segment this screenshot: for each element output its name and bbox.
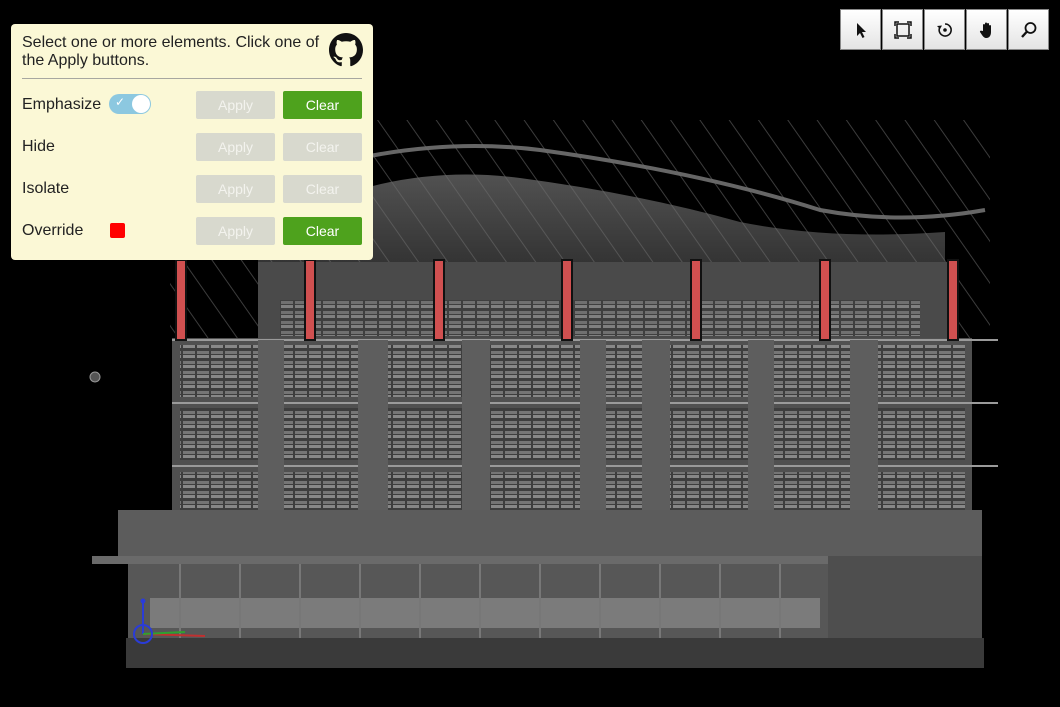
row-override: Override Apply Clear	[22, 217, 362, 245]
select-tool-button[interactable]	[840, 9, 881, 50]
emphasized-column[interactable]	[304, 259, 316, 341]
window-rows	[180, 345, 965, 512]
toggle-knob	[132, 95, 150, 113]
pan-hand-icon	[979, 22, 991, 38]
override-apply-button[interactable]: Apply	[196, 217, 275, 245]
canopy-edge	[92, 556, 828, 564]
view-toolbar	[840, 9, 1050, 51]
instructions-text: Select one or more elements. Click one o…	[22, 34, 320, 69]
emphasized-column[interactable]	[433, 259, 445, 341]
override-label: Override	[22, 222, 84, 239]
rotate-tool-button[interactable]	[924, 9, 965, 50]
fit-view-icon	[893, 20, 912, 39]
pivot-marker[interactable]	[89, 371, 101, 383]
hide-label: Hide	[22, 138, 55, 155]
row-emphasize: Emphasize ✓ Apply Clear	[22, 91, 362, 119]
check-icon: ✓	[115, 95, 126, 109]
base-slab	[126, 638, 984, 668]
emphasized-column[interactable]	[947, 259, 959, 341]
override-color-swatch[interactable]	[110, 223, 125, 238]
pan-tool-button[interactable]	[966, 9, 1007, 50]
emphasized-column[interactable]	[690, 259, 702, 341]
emphasize-apply-button[interactable]: Apply	[196, 91, 275, 119]
emphasize-toggle[interactable]: ✓	[109, 94, 151, 114]
emphasized-column[interactable]	[819, 259, 831, 341]
isolate-label: Isolate	[22, 180, 70, 197]
row-hide: Hide Apply Clear	[22, 133, 362, 161]
hide-apply-button[interactable]: Apply	[196, 133, 275, 161]
divider	[22, 78, 362, 79]
select-icon	[856, 22, 866, 38]
row-isolate: Isolate Apply Clear	[22, 175, 362, 203]
zoom-tool-button[interactable]	[1008, 9, 1049, 50]
github-icon[interactable]	[329, 33, 363, 67]
side-wing	[828, 556, 982, 638]
emphasized-column[interactable]	[561, 259, 573, 341]
canopy-band	[118, 510, 982, 556]
rotate-icon	[936, 22, 952, 37]
override-clear-button[interactable]: Clear	[283, 217, 362, 245]
control-panel: Select one or more elements. Click one o…	[11, 24, 373, 260]
hide-clear-button[interactable]: Clear	[283, 133, 362, 161]
emphasize-clear-button[interactable]: Clear	[283, 91, 362, 119]
isolate-apply-button[interactable]: Apply	[196, 175, 275, 203]
fit-view-tool-button[interactable]	[882, 9, 923, 50]
emphasize-label: Emphasize	[22, 96, 102, 113]
emphasized-column[interactable]	[175, 259, 187, 341]
zoom-icon	[1020, 21, 1036, 38]
isolate-clear-button[interactable]: Clear	[283, 175, 362, 203]
